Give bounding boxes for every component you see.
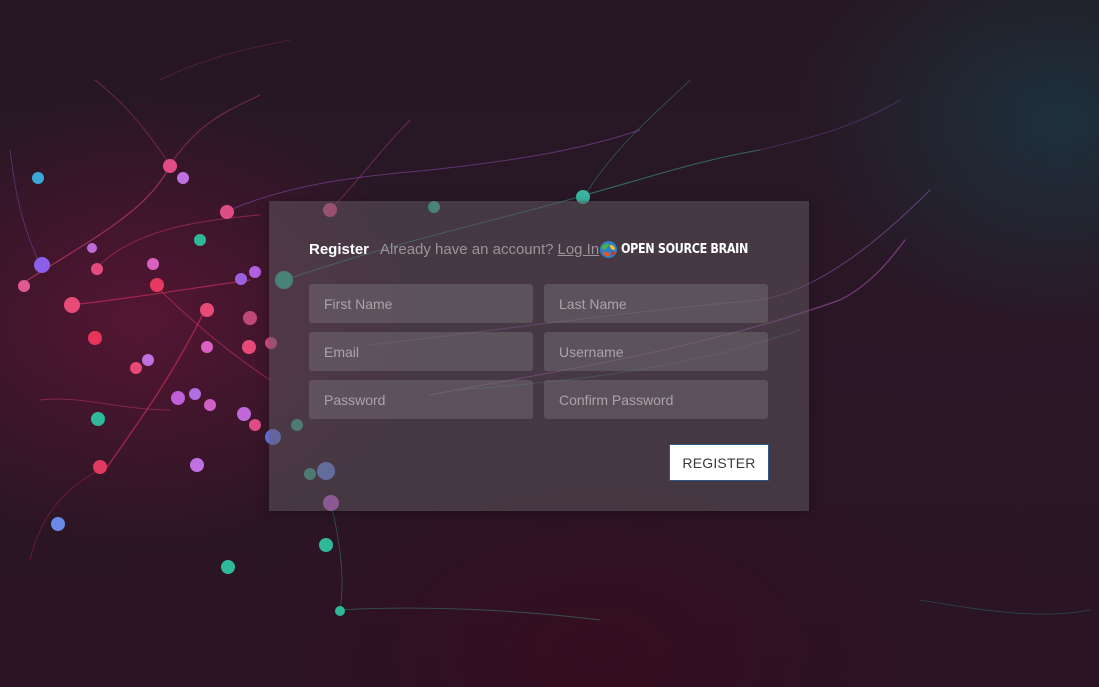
logo-text: OPEN SOURCE BRAIN [621, 241, 749, 257]
brain-globe-icon [600, 240, 618, 258]
open-source-brain-logo: OPEN SOURCE BRAIN [599, 240, 769, 259]
log-in-link[interactable]: Log In [557, 241, 599, 258]
first-name-field[interactable] [309, 284, 533, 323]
register-title: Register [309, 240, 370, 258]
login-page: Register Already have an account? Log In… [0, 0, 1099, 687]
username-field[interactable] [544, 332, 768, 371]
email-field[interactable] [309, 332, 533, 371]
card-header: Register Already have an account? Log In… [309, 239, 769, 259]
register-card: Register Already have an account? Log In… [269, 201, 809, 511]
password-field[interactable] [309, 380, 533, 419]
already-have-account-text: Already have an account? [380, 240, 554, 258]
confirm-password-field[interactable] [544, 380, 768, 419]
last-name-field[interactable] [544, 284, 768, 323]
register-button[interactable]: REGISTER [669, 444, 769, 481]
